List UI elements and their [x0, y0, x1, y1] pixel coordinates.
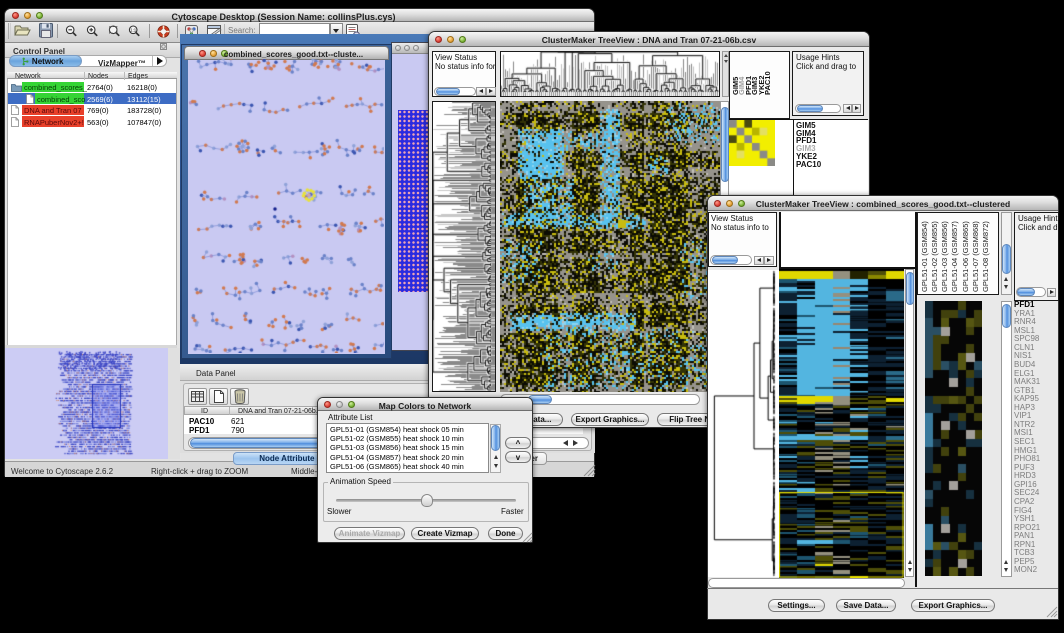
svg-text:1:1: 1:1 [130, 28, 137, 33]
